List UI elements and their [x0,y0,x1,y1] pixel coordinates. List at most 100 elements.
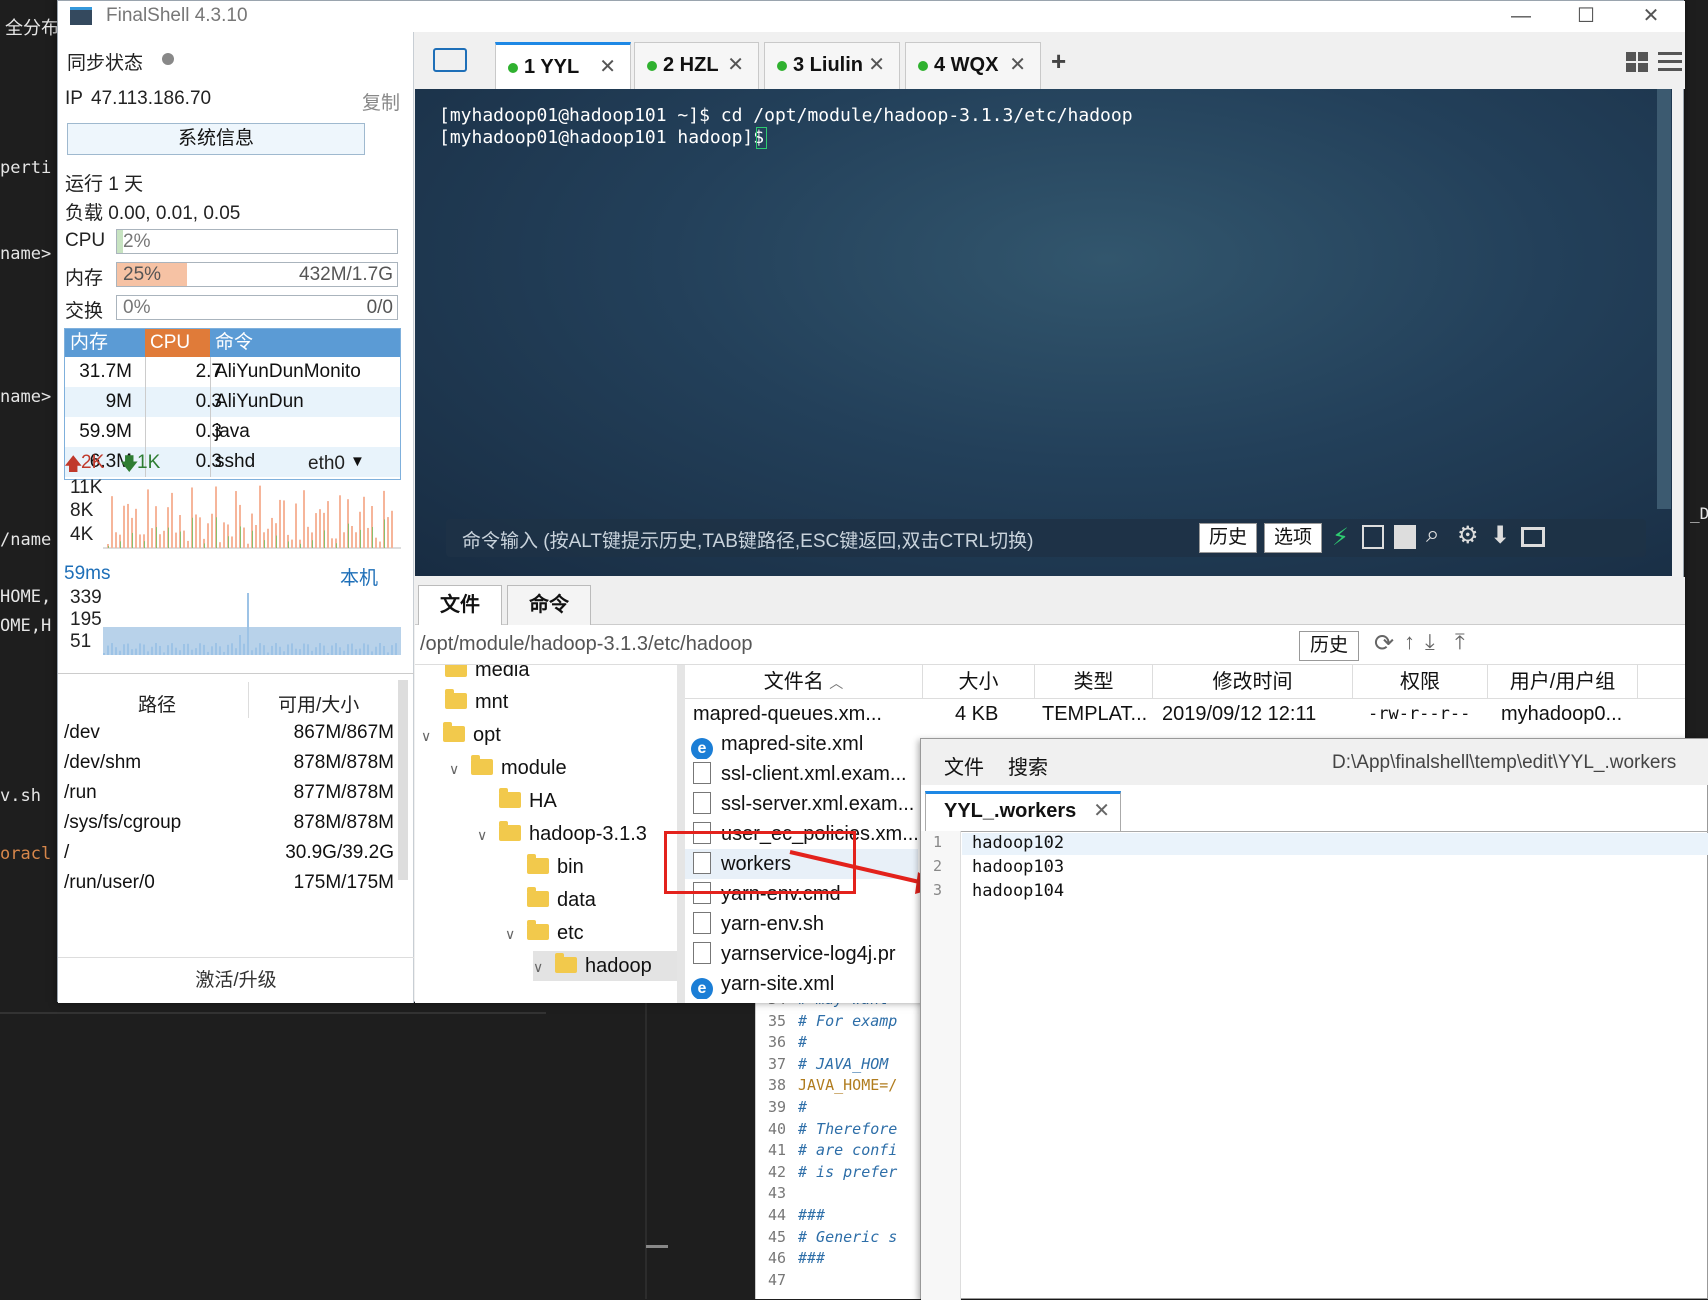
tree-item[interactable]: mnt [445,687,508,717]
add-tab-icon[interactable]: + [1051,46,1066,77]
col-name[interactable]: 文件名 ︿ [685,665,923,699]
disk-row[interactable]: / 30.9G/39.2G [64,838,394,868]
options-button[interactable]: 选项 [1264,523,1322,553]
tab-commands[interactable]: 命令 [507,585,591,625]
chevron-down-icon[interactable]: ∨ [421,721,435,751]
col-type[interactable]: 类型 [1035,665,1153,699]
col-mtime[interactable]: 修改时间 [1153,665,1353,699]
proc-header-mem[interactable]: 内存 [65,329,145,357]
tab-session-2[interactable]: 2 HZL ✕ [634,42,759,89]
tree-item-label: data [557,889,596,911]
disk-row[interactable]: /sys/fs/cgroup 878M/878M [64,808,394,838]
divider [210,417,211,447]
scrollbar[interactable] [398,680,408,880]
file-row[interactable]: ssl-client.xml.exam... [685,759,918,789]
process-row[interactable]: 31.7M 2.7 AliYunDunMonito [65,357,400,387]
arrow-down-icon[interactable]: ⬇ [1490,521,1510,550]
close-icon[interactable]: ✕ [1628,3,1674,31]
ping-bar [203,644,205,655]
col-perm[interactable]: 权限 [1353,665,1488,699]
disk-row[interactable]: /dev/shm 878M/878M [64,748,394,778]
command-input[interactable]: 命令输入 (按ALT键提示历史,TAB键路径,ESC键返回,双击CTRL切换) [462,526,1033,553]
up-dir-icon[interactable]: ↑ [1404,629,1415,655]
tab-session-4[interactable]: 4 WQX ✕ [905,42,1041,89]
title-bar[interactable]: FinalShell 4.3.10 — ☐ ✕ [58,1,1685,32]
proc-header-cmd[interactable]: 命令 [210,329,400,357]
paste-icon[interactable] [1394,525,1416,549]
tree-item[interactable]: ∨ etc [505,918,584,948]
file-row[interactable]: ssl-server.xml.exam... [685,789,918,819]
close-tab-icon[interactable]: ✕ [1009,43,1026,87]
tree-item[interactable]: media [445,665,529,685]
maximize-icon[interactable]: ☐ [1563,3,1609,31]
copy-icon[interactable] [1362,525,1384,549]
lightning-icon[interactable]: ⚡ [1332,523,1349,552]
net-interface-select[interactable]: eth0 [308,453,345,475]
file-row[interactable]: mapred-queues.xm... 4 KB TEMPLAT... 2019… [685,699,1685,729]
file-row[interactable]: yarn-env.sh [685,909,918,939]
close-tab-icon[interactable]: ✕ [1093,794,1110,828]
file-row[interactable]: yarnservice-log4j.pr [685,939,918,969]
proc-header-cpu[interactable]: CPU [145,329,210,357]
tab-files[interactable]: 文件 [418,585,502,625]
editor-line[interactable]: hadoop103 [972,857,1064,877]
terminal[interactable]: [myhadoop01@hadoop101 ~]$ cd /opt/module… [415,89,1672,576]
ping-target[interactable]: 本机 [340,563,378,590]
disk-row[interactable]: /run/user/0 175M/175M [64,868,394,898]
file-row[interactable]: e yarn-site.xml [685,969,918,999]
download-icon[interactable]: ⤓ [1425,629,1435,655]
close-tab-icon[interactable]: ✕ [868,43,885,87]
sysinfo-button[interactable]: 系统信息 [67,123,365,155]
disk-header-path[interactable]: 路径 [138,690,176,717]
tree-item[interactable]: data [527,885,596,915]
tree-item[interactable]: ∨ hadoop [533,951,677,981]
menu-icon[interactable] [1658,52,1682,72]
tab-session-1[interactable]: 1 YYL ✕ [495,42,631,89]
editor-tab[interactable]: YYL_.workers ✕ [925,791,1121,831]
path-input[interactable]: /opt/module/hadoop-3.1.3/etc/hadoop [420,633,752,656]
gear-icon[interactable]: ⚙ [1457,521,1479,550]
chevron-down-icon[interactable]: ∨ [505,919,519,949]
process-row[interactable]: 9M 0.3 AliYunDun [65,387,400,417]
editor-content[interactable]: 1 hadoop102 2 hadoop103 3 hadoop104 [921,833,1708,933]
tab-label: 1 YYL [524,56,580,78]
menu-search[interactable]: 搜索 [1008,751,1048,780]
disk-row[interactable]: /dev 867M/867M [64,718,394,748]
disk-header-size[interactable]: 可用/大小 [278,690,359,717]
activate-upgrade-link[interactable]: 激活/升级 [58,957,414,1003]
chevron-down-icon[interactable]: ∨ [449,754,463,784]
scrollbar-thumb[interactable] [646,1245,668,1248]
tree-item[interactable]: HA [499,786,557,816]
chevron-down-icon[interactable]: ▼ [350,453,365,470]
editor-line[interactable]: hadoop102 [972,833,1064,853]
grid-view-icon[interactable] [1626,52,1648,72]
disk-row[interactable]: /run 877M/878M [64,778,394,808]
copy-ip-button[interactable]: 复制 [362,88,400,115]
file-row[interactable]: e mapred-site.xml [685,729,918,759]
chevron-down-icon[interactable]: ∨ [477,820,491,850]
history-button[interactable]: 历史 [1199,523,1257,553]
search-icon[interactable]: ⌕ [1426,521,1439,549]
command-input-bar[interactable]: 命令输入 (按ALT键提示历史,TAB键路径,ESC键返回,双击CTRL切换) … [446,519,1646,557]
minimize-icon[interactable]: — [1498,3,1544,31]
tree-item[interactable]: ∨ module [449,753,567,783]
path-history-button[interactable]: 历史 [1299,631,1359,661]
chevron-down-icon[interactable]: ∨ [533,952,547,982]
tree-item[interactable]: bin [527,852,584,882]
process-row[interactable]: 59.9M 0.3 java [65,417,400,447]
upload-icon[interactable]: ⤒ [1455,629,1465,655]
close-tab-icon[interactable]: ✕ [727,43,744,87]
editor-line[interactable]: hadoop104 [972,881,1064,901]
menu-file[interactable]: 文件 [944,751,984,780]
refresh-icon[interactable]: ⟳ [1374,629,1394,658]
tree-item[interactable]: ∨ hadoop-3.1.3 [477,819,647,849]
close-tab-icon[interactable]: ✕ [599,45,616,89]
col-size[interactable]: 大小 [923,665,1035,699]
folder-open-icon[interactable] [433,48,467,72]
maximize-terminal-icon[interactable] [1521,527,1545,547]
tab-session-3[interactable]: 3 Liulin ✕ [764,42,900,89]
col-owner[interactable]: 用户/用户组 [1488,665,1638,699]
terminal-scrollbar[interactable] [1657,89,1671,509]
tree-item[interactable]: ∨ opt [421,720,501,750]
net-bar [339,495,341,548]
